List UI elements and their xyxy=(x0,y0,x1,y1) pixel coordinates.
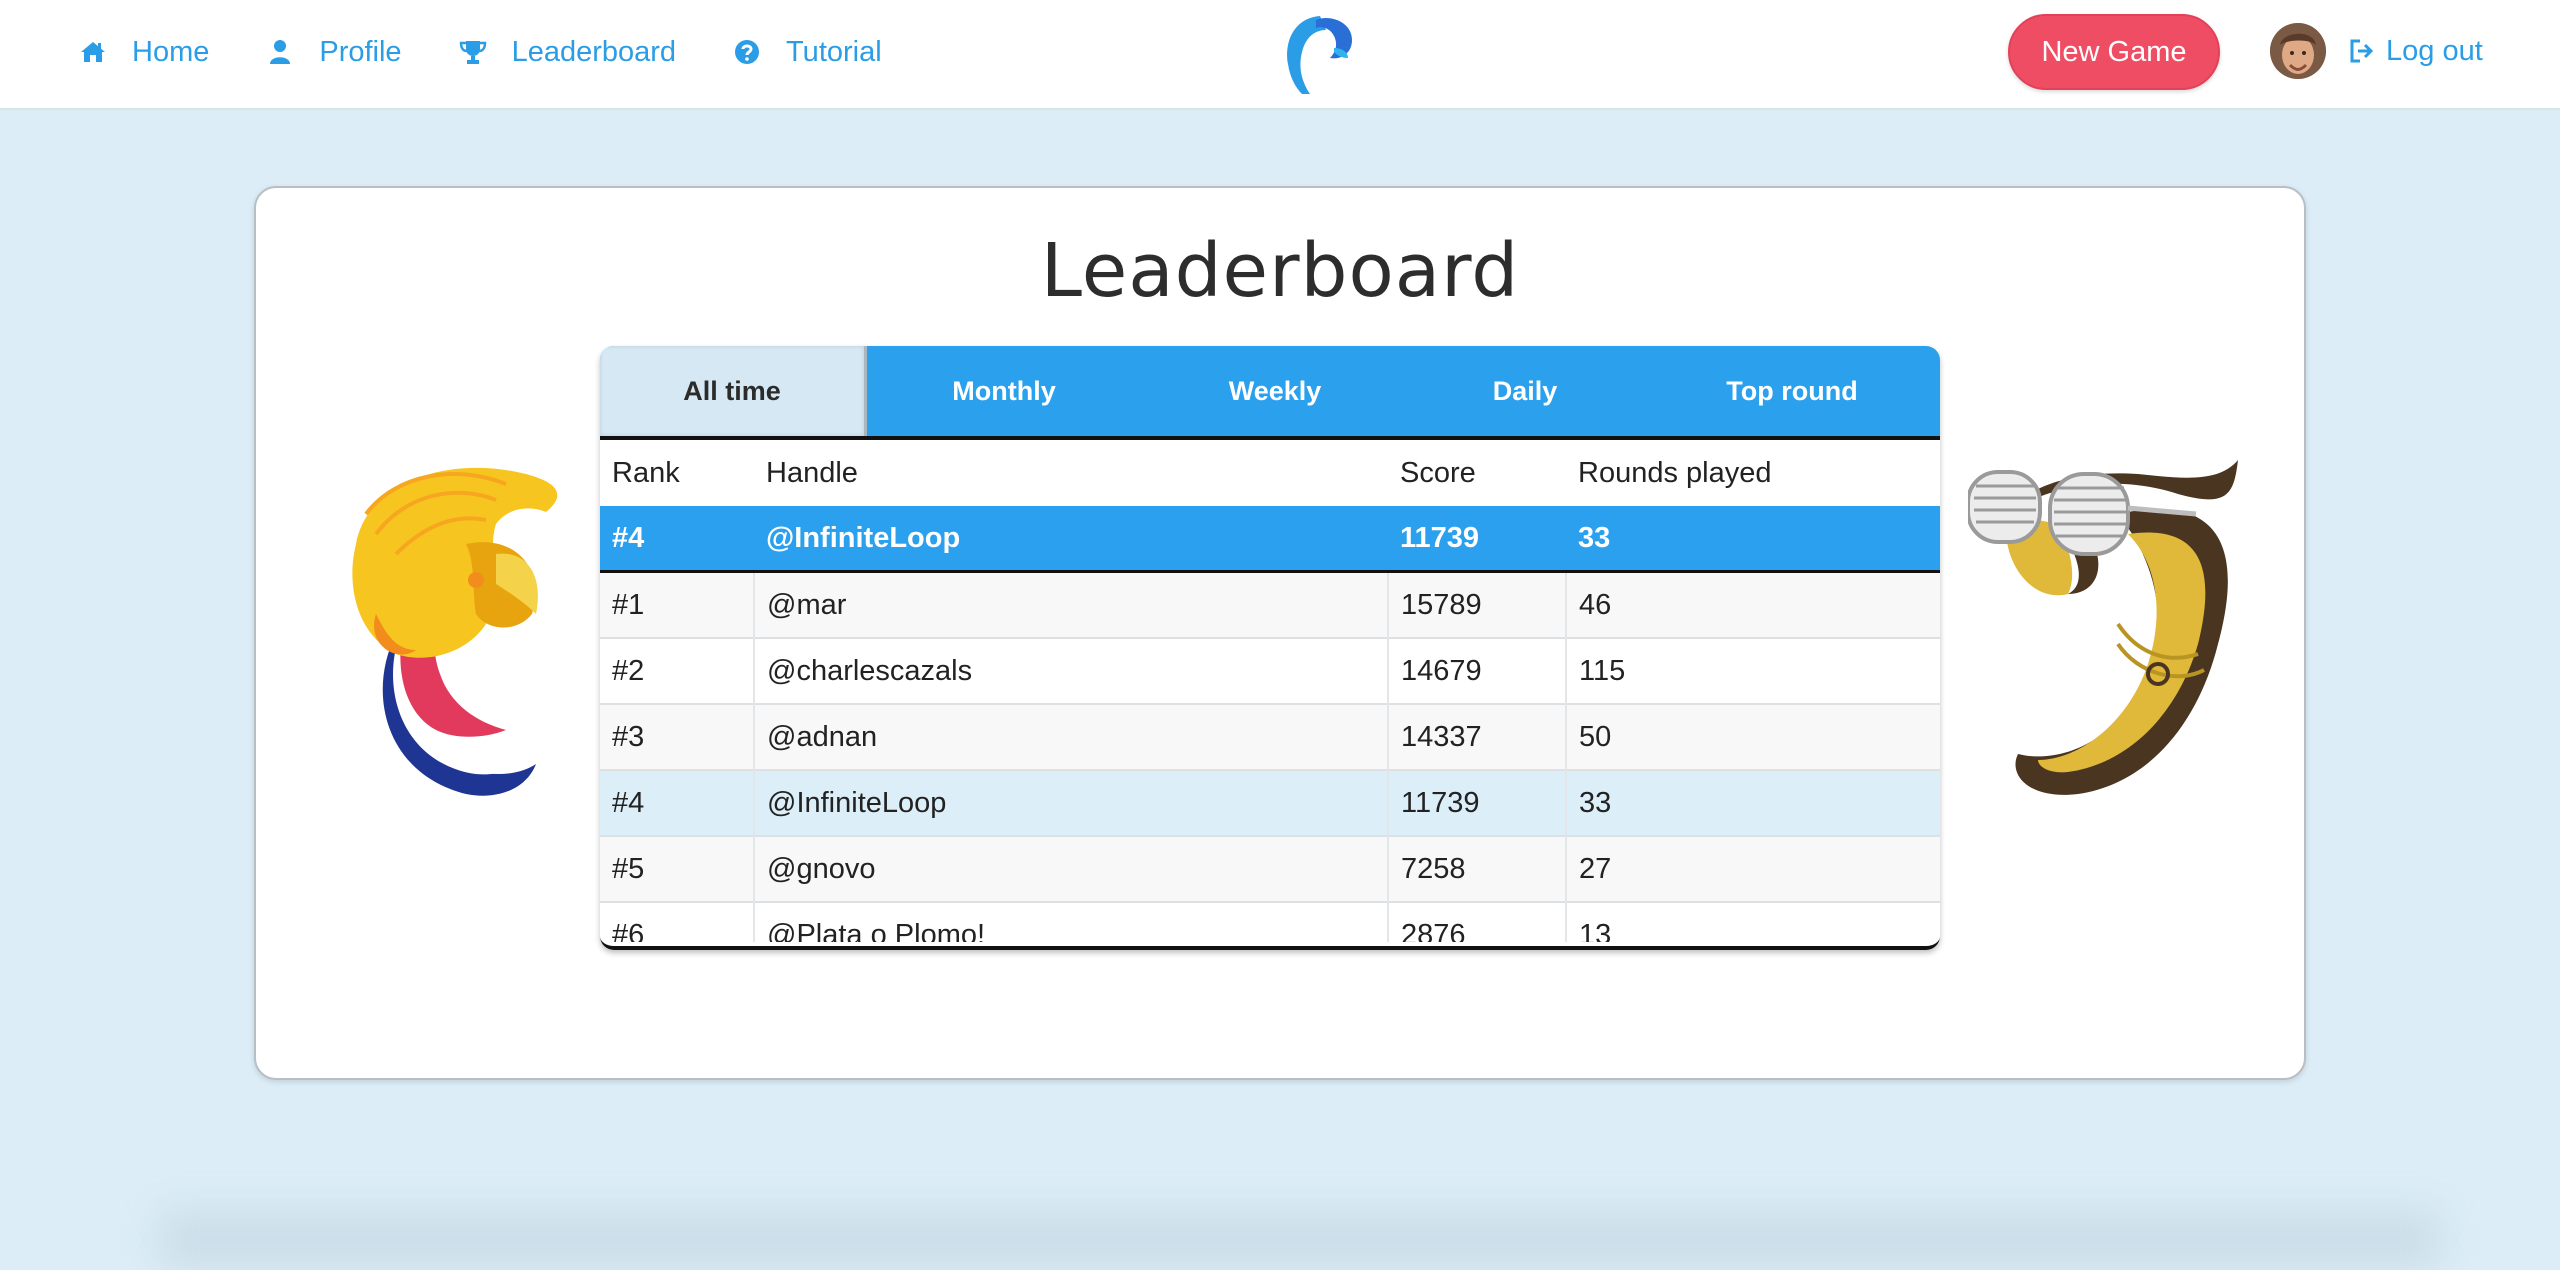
nav-tutorial-label: Tutorial xyxy=(786,35,882,68)
handle-cell: @charlescazals xyxy=(753,637,1388,704)
rounds-cell: 46 xyxy=(1565,570,1940,638)
handle-cell: @InfiniteLoop xyxy=(753,769,1388,836)
current-user-row[interactable]: #4 @InfiniteLoop 11739 33 xyxy=(600,506,1940,573)
rank-cell: #6 xyxy=(600,901,754,942)
handle-cell: @mar xyxy=(753,570,1388,638)
rank-cell: #4 xyxy=(600,506,754,573)
tab-monthly[interactable]: Monthly xyxy=(867,346,1141,436)
rounds-cell: 13 xyxy=(1565,901,1940,942)
page-bottom-shadow xyxy=(160,1210,2440,1270)
tab-all-time[interactable]: All time xyxy=(600,346,867,436)
question-circle-icon xyxy=(732,37,762,67)
home-icon xyxy=(78,37,108,67)
nav-profile-label: Profile xyxy=(319,35,402,68)
nav-home-link[interactable]: Home xyxy=(78,36,209,69)
nav-profile-link[interactable]: Profile xyxy=(265,35,402,69)
tab-top-round[interactable]: Top round xyxy=(1641,346,1940,436)
tab-daily[interactable]: Daily xyxy=(1409,346,1641,436)
rank-cell: #1 xyxy=(600,570,754,638)
leaderboard-panel: All time Monthly Weekly Daily Top round … xyxy=(600,346,1940,950)
table-row[interactable]: #6 @Plata o Plomo! 2876 13 xyxy=(600,901,1940,942)
leaderboard-table-scroll[interactable]: Rank Handle Score Rounds played #4 @Infi… xyxy=(600,440,1940,942)
handle-cell: @gnovo xyxy=(753,835,1388,902)
user-icon xyxy=(265,37,295,67)
column-header-rounds: Rounds played xyxy=(1578,456,1772,489)
leaderboard-card: Leaderboard All time Monthly Weekly Dail… xyxy=(254,186,2306,1080)
sign-out-icon xyxy=(2350,39,2374,63)
table-row-current-user[interactable]: #4 @InfiniteLoop 11739 33 xyxy=(600,769,1940,836)
top-navbar: Home Profile Leaderboard Tutorial New Ga… xyxy=(0,0,2560,110)
parrot-mascot-left-illustration xyxy=(336,454,566,804)
nav-home-label: Home xyxy=(132,35,210,68)
parrot-mascot-right-illustration xyxy=(1966,454,2240,804)
nav-links: Home Profile Leaderboard Tutorial xyxy=(78,0,938,104)
score-cell: 7258 xyxy=(1387,835,1566,902)
nav-leaderboard-label: Leaderboard xyxy=(511,35,677,68)
parrot-logo[interactable] xyxy=(1280,12,1356,94)
new-game-button[interactable]: New Game xyxy=(2008,14,2220,90)
logout-label: Log out xyxy=(2386,34,2483,67)
rounds-cell: 50 xyxy=(1565,703,1940,770)
table-row[interactable]: #2 @charlescazals 14679 115 xyxy=(600,637,1940,704)
score-cell: 11739 xyxy=(1388,506,1566,573)
trophy-icon xyxy=(458,37,488,67)
rounds-cell: 33 xyxy=(1566,506,1940,573)
table-row[interactable]: #3 @adnan 14337 50 xyxy=(600,703,1940,770)
rounds-cell: 27 xyxy=(1565,835,1940,902)
handle-cell: @InfiniteLoop xyxy=(754,506,1388,573)
avatar[interactable] xyxy=(2270,23,2326,79)
column-header-score: Score xyxy=(1400,456,1476,489)
rank-cell: #4 xyxy=(600,769,754,836)
score-cell: 14679 xyxy=(1387,637,1566,704)
nav-leaderboard-link[interactable]: Leaderboard xyxy=(458,36,676,69)
logout-link[interactable]: Log out xyxy=(2348,30,2483,72)
tab-weekly[interactable]: Weekly xyxy=(1141,346,1409,436)
rounds-cell: 115 xyxy=(1565,637,1940,704)
period-tabs: All time Monthly Weekly Daily Top round xyxy=(600,346,1940,440)
score-cell: 14337 xyxy=(1387,703,1566,770)
table-row[interactable]: #5 @gnovo 7258 27 xyxy=(600,835,1940,902)
column-header-rank: Rank xyxy=(612,456,680,489)
nav-tutorial-link[interactable]: Tutorial xyxy=(732,36,882,69)
leaderboard-table: Rank Handle Score Rounds played #4 @Infi… xyxy=(600,440,1940,942)
handle-cell: @Plata o Plomo! xyxy=(753,901,1388,942)
handle-cell: @adnan xyxy=(753,703,1388,770)
score-cell: 11739 xyxy=(1387,769,1566,836)
rounds-cell: 33 xyxy=(1565,769,1940,836)
page-title: Leaderboard xyxy=(1040,228,1520,314)
table-row[interactable]: #1 @mar 15789 46 xyxy=(600,570,1940,638)
score-cell: 2876 xyxy=(1387,901,1566,942)
column-header-handle: Handle xyxy=(766,456,858,489)
rank-cell: #3 xyxy=(600,703,754,770)
rank-cell: #2 xyxy=(600,637,754,704)
score-cell: 15789 xyxy=(1387,570,1566,638)
rank-cell: #5 xyxy=(600,835,754,902)
table-header-row: Rank Handle Score Rounds played xyxy=(600,440,1940,506)
